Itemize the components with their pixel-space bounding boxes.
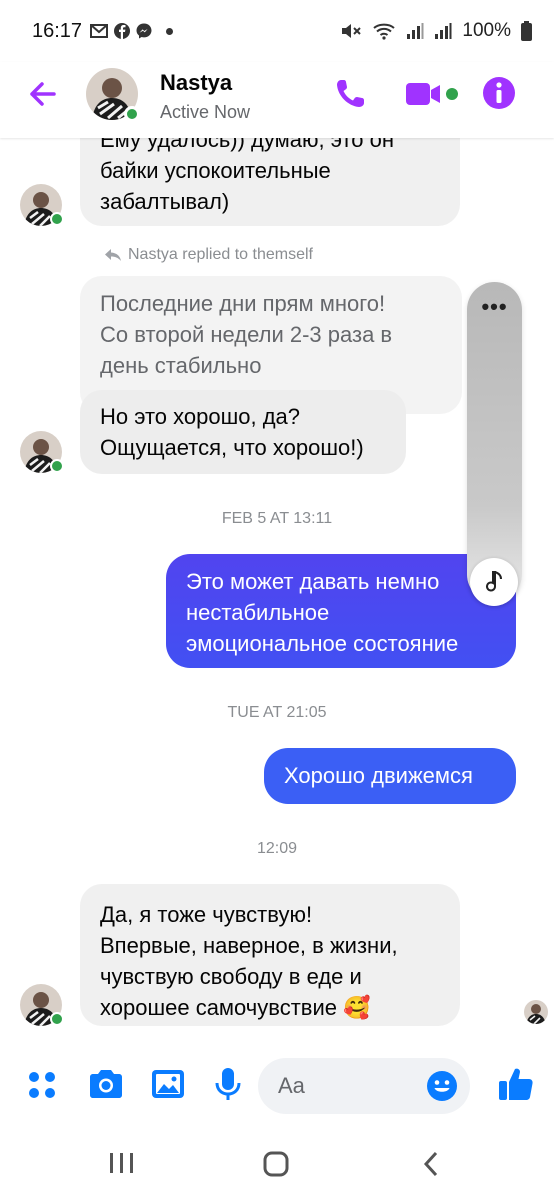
battery-icon	[521, 21, 532, 41]
message-line: чувствую свободу в еде и	[100, 964, 362, 989]
message-line: эмоциональное состояние	[186, 631, 459, 656]
message-line: Ощущается, что хорошо!)	[100, 435, 364, 460]
apps-icon	[29, 1072, 55, 1098]
messenger-icon	[136, 23, 152, 39]
dot-icon	[166, 28, 173, 35]
reply-icon	[105, 249, 121, 261]
status-time: 16:17	[32, 20, 83, 42]
message-line: нестабильное	[186, 600, 330, 625]
system-back-button[interactable]	[420, 1150, 444, 1178]
apps-button[interactable]	[22, 1064, 62, 1104]
incoming-message[interactable]: Но это хорошо, да? Ощущается, что хорошо…	[80, 390, 406, 474]
like-button[interactable]	[496, 1064, 536, 1104]
gallery-button[interactable]	[148, 1064, 188, 1104]
outgoing-message[interactable]: Это может давать немно нестабильное эмоц…	[166, 554, 516, 668]
message-line: хорошее самочувствие 🥰	[100, 995, 371, 1020]
active-status-dot	[50, 212, 64, 226]
composer-bar	[0, 1050, 554, 1126]
message-line: байки успокоительные	[100, 158, 331, 183]
message-line: Последние дни прям много!	[100, 291, 386, 316]
contact-name[interactable]: Nastya	[160, 70, 232, 96]
emoji-icon	[427, 1071, 457, 1101]
message-line: день стабильно	[100, 353, 262, 378]
timestamp: TUE AT 21:05	[227, 704, 327, 721]
gmail-icon	[90, 24, 108, 38]
message-line: Хорошо движемся	[284, 763, 473, 788]
wifi-icon	[373, 23, 396, 40]
message-line: Да, я тоже чувствую!	[100, 902, 313, 927]
read-receipt-avatar	[524, 1000, 548, 1024]
recent-apps-icon	[110, 1153, 133, 1173]
music-note-icon[interactable]	[470, 558, 518, 606]
message-line: забалтывал)	[100, 189, 230, 214]
signal-icon	[407, 23, 424, 39]
camera-button[interactable]	[86, 1064, 126, 1104]
battery-percent: 100%	[462, 20, 511, 41]
message-line: Со второй недели 2-3 раза в	[100, 322, 393, 347]
signal-icon	[435, 23, 452, 39]
video-camera-icon	[406, 83, 458, 105]
timestamp: 12:09	[256, 840, 298, 857]
facebook-icon	[114, 23, 130, 39]
emoji-button[interactable]	[426, 1070, 458, 1102]
thumbs-up-icon	[499, 1068, 533, 1100]
status-bar: 16:17 100%	[0, 0, 554, 64]
recent-apps-button[interactable]	[108, 1150, 136, 1176]
contact-status: Active Now	[160, 102, 251, 122]
incoming-message[interactable]: Да, я тоже чувствую! Впервые, наверное, …	[80, 884, 460, 1026]
chat-header: Nastya Active Now	[0, 62, 554, 138]
message-line: Это может давать немно	[186, 569, 440, 594]
info-icon	[483, 77, 515, 109]
home-icon	[263, 1151, 289, 1177]
floating-panel[interactable]: •••	[467, 282, 522, 602]
back-arrow-icon	[30, 82, 56, 106]
system-status: 100%	[340, 20, 532, 42]
message-line: Но это хорошо, да?	[100, 404, 301, 429]
info-button[interactable]	[480, 74, 518, 112]
microphone-icon	[215, 1068, 241, 1100]
microphone-button[interactable]	[208, 1064, 248, 1104]
voice-call-button[interactable]	[330, 74, 370, 114]
more-options-icon[interactable]: •••	[467, 294, 522, 320]
active-status-dot	[50, 1012, 64, 1026]
reply-note-text: Nastya replied to themself	[128, 246, 313, 263]
home-button[interactable]	[262, 1150, 290, 1178]
active-status-dot	[124, 106, 140, 122]
mute-icon	[342, 24, 362, 38]
gallery-icon	[152, 1070, 184, 1098]
system-navigation-bar	[0, 1126, 554, 1200]
reply-indicator: Nastya replied to themself	[104, 246, 313, 264]
phone-icon	[337, 80, 364, 107]
active-status-dot	[50, 459, 64, 473]
video-call-button[interactable]	[402, 74, 462, 114]
message-line: Впервые, наверное, в жизни,	[100, 933, 398, 958]
chevron-left-icon	[423, 1151, 438, 1177]
outgoing-message[interactable]: Хорошо движемся	[264, 748, 516, 804]
back-button[interactable]	[22, 72, 66, 116]
camera-icon	[90, 1070, 122, 1098]
